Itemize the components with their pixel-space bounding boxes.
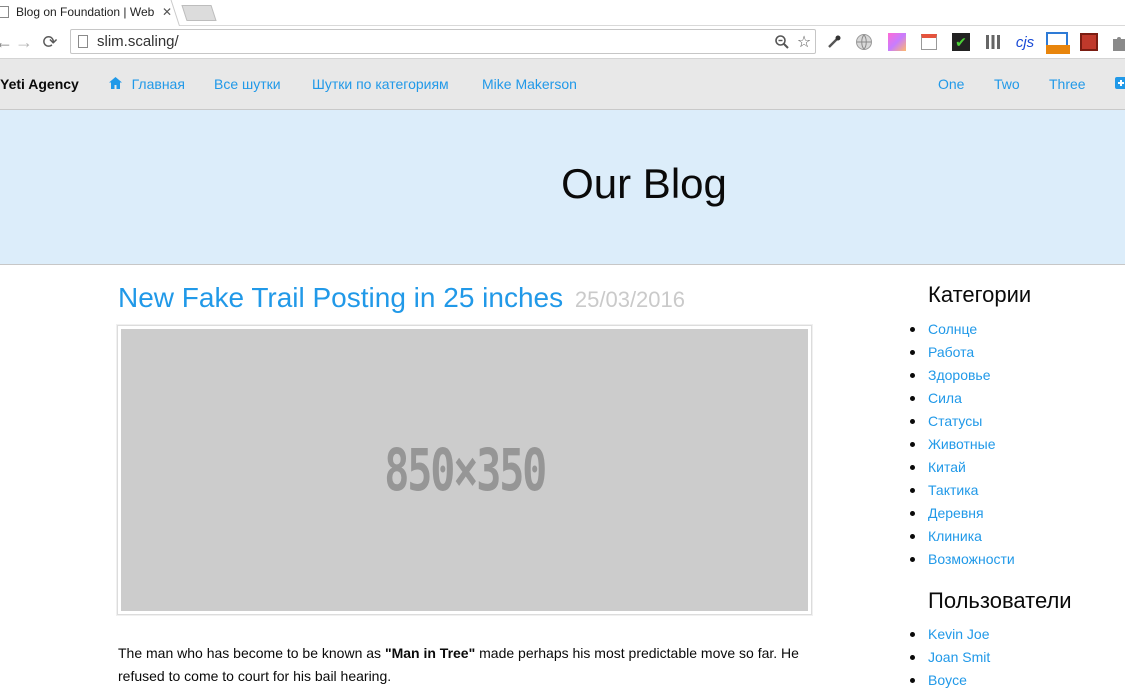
cjs-extension-icon[interactable]: cjs <box>1014 31 1036 53</box>
eyedropper-extension-icon[interactable] <box>823 31 845 53</box>
home-icon <box>109 77 126 92</box>
categories-heading: Категории <box>928 282 1032 307</box>
checkbox-extension-icon[interactable]: ✔ <box>950 31 972 53</box>
hero-banner: Our Blog <box>0 110 1125 265</box>
post-title-link[interactable]: New Fake Trail Posting in 25 inches <box>118 282 563 313</box>
forward-arrow-icon[interactable]: → <box>14 32 34 52</box>
categories-list: Солнце Работа Здоровье Сила Статусы Живо… <box>910 318 1015 571</box>
menu-jokes-by-category[interactable]: Шутки по категориям <box>312 76 449 92</box>
reload-icon[interactable]: ⟳ <box>40 32 60 52</box>
post-excerpt-bold: "Man in Tree" <box>384 645 476 661</box>
category-link[interactable]: Деревня <box>910 502 1015 525</box>
columns-extension-icon[interactable] <box>982 31 1004 53</box>
page-icon <box>78 35 88 48</box>
menu-more-icon[interactable] <box>1115 76 1125 92</box>
menu-mike-makerson[interactable]: Mike Makerson <box>482 76 577 92</box>
category-link[interactable]: Животные <box>910 433 1015 456</box>
category-link[interactable]: Сила <box>910 387 1015 410</box>
star-icon[interactable]: ☆ <box>793 31 815 53</box>
image-placeholder-label: 850×350 <box>384 436 547 504</box>
post-excerpt: The man who has become to be known as "M… <box>118 642 818 688</box>
category-link[interactable]: Здоровье <box>910 364 1015 387</box>
category-link[interactable]: Китай <box>910 456 1015 479</box>
tab-page-icon <box>0 6 9 18</box>
new-tab-button[interactable] <box>181 5 217 21</box>
menu-three[interactable]: Three <box>1049 76 1086 92</box>
category-link[interactable]: Работа <box>910 341 1015 364</box>
calendar-extension-icon[interactable] <box>918 31 940 53</box>
post-image[interactable]: 850×350 <box>117 325 812 615</box>
menu-two[interactable]: Two <box>994 76 1020 92</box>
browser-tab-bar: Blog on Foundation | Web ✕ <box>0 0 1125 26</box>
site-top-bar: Yeti Agency Главная Все шутки Шутки по к… <box>0 59 1125 110</box>
category-link[interactable]: Возможности <box>910 548 1015 571</box>
image-placeholder: 850×350 <box>121 329 808 611</box>
puzzle-extension-icon[interactable] <box>1108 31 1125 53</box>
category-link[interactable]: Солнце <box>910 318 1015 341</box>
users-list: Kevin Joe Joan Smit Boyce <box>909 623 990 692</box>
site-brand[interactable]: Yeti Agency <box>0 76 79 92</box>
user-link[interactable]: Joan Smit <box>909 646 990 669</box>
new-badge-extension-icon[interactable] <box>1046 31 1070 54</box>
browser-toolbar: ← → ⟳ slim.scaling/ ☆ ✔ cjs <box>0 26 1125 59</box>
user-link[interactable]: Boyce <box>909 669 990 692</box>
user-link[interactable]: Kevin Joe <box>909 623 990 646</box>
post-heading: New Fake Trail Posting in 25 inches 25/0… <box>118 282 685 314</box>
tab-close-icon[interactable]: ✕ <box>162 5 172 19</box>
zoom-icon[interactable] <box>771 31 793 53</box>
back-arrow-icon[interactable]: ← <box>0 32 14 52</box>
color-palette-extension-icon[interactable] <box>886 31 908 53</box>
post-excerpt-start: The man who has become to be known as <box>118 645 385 661</box>
menu-one[interactable]: One <box>938 76 964 92</box>
menu-home-label: Главная <box>131 76 185 92</box>
category-link[interactable]: Клиника <box>910 525 1015 548</box>
category-link[interactable]: Статусы <box>910 410 1015 433</box>
menu-all-jokes[interactable]: Все шутки <box>214 76 281 92</box>
tab-title: Blog on Foundation | Web <box>16 5 155 19</box>
globe-extension-icon[interactable] <box>853 31 875 53</box>
address-bar[interactable]: slim.scaling/ ☆ <box>70 29 816 54</box>
alert-extension-icon[interactable] <box>1078 31 1100 53</box>
users-heading: Пользователи <box>928 588 1072 613</box>
post-date: 25/03/2016 <box>574 287 685 312</box>
menu-home[interactable]: Главная <box>109 76 185 92</box>
category-link[interactable]: Тактика <box>910 479 1015 502</box>
url-text[interactable]: slim.scaling/ <box>97 33 771 50</box>
browser-tab[interactable]: Blog on Foundation | Web ✕ <box>0 0 176 24</box>
hero-title: Our Blog <box>561 160 727 207</box>
